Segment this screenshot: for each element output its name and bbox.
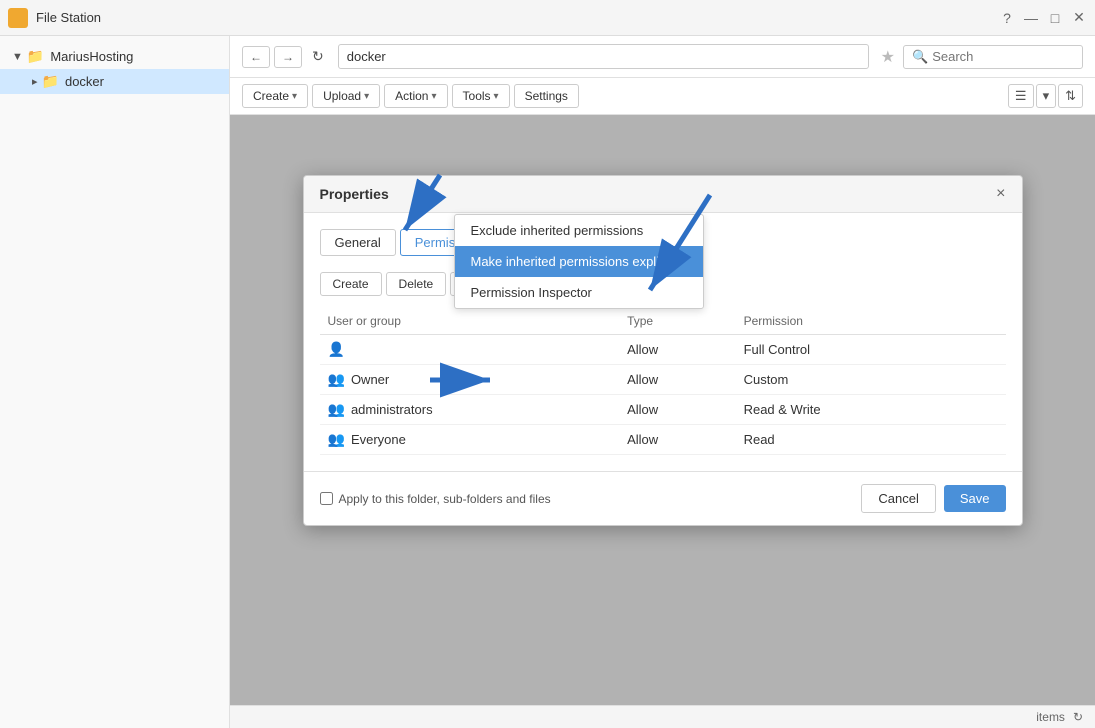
dialog-footer: Apply to this folder, sub-folders and fi…: [304, 471, 1022, 525]
dropdown-item-explicit[interactable]: Make inherited permissions explicit: [455, 246, 703, 277]
col-user-group: User or group: [320, 308, 620, 335]
perm-1: Custom: [736, 365, 966, 395]
docker-folder-icon: 📁: [42, 73, 59, 90]
user-icon-3: 👥: [328, 431, 345, 447]
properties-dialog: Properties × General Permission Create D…: [303, 175, 1023, 526]
user-1: Owner: [351, 372, 389, 387]
status-bar: items ↻: [230, 705, 1095, 728]
upload-arrow: ▾: [364, 91, 369, 102]
perm-0: Full Control: [736, 335, 966, 365]
upload-button[interactable]: Upload ▾: [312, 84, 380, 108]
app-icon: [8, 8, 28, 28]
upload-label: Upload: [323, 89, 361, 103]
refresh-button[interactable]: ↻: [306, 45, 330, 68]
action-toolbar: Create ▾ Upload ▾ Action ▾ Tools ▾ Setti…: [230, 78, 1095, 115]
search-input[interactable]: [932, 49, 1052, 64]
view-buttons: ☰ ▾ ⇅: [1008, 84, 1083, 108]
back-button[interactable]: ←: [242, 46, 270, 68]
content-area: ← → ↻ ★ 🔍 Create ▾ Upload ▾ Action ▾: [230, 36, 1095, 728]
user-3: Everyone: [351, 432, 406, 447]
type-1: Allow: [619, 365, 735, 395]
sidebar: ▼ 📁 MariusHosting ▸ 📁 docker: [0, 36, 230, 728]
dialog-title: Properties: [320, 186, 389, 202]
advanced-options-dropdown: Exclude inherited permissions Make inher…: [454, 214, 704, 309]
table-row: 👥 Owner Allow Custom: [320, 365, 1006, 395]
app-body: ▼ 📁 MariusHosting ▸ 📁 docker ← → ↻ ★ 🔍: [0, 36, 1095, 728]
perm-3: Read: [736, 425, 966, 455]
type-0: Allow: [619, 335, 735, 365]
col-actions: [966, 308, 1006, 335]
list-view-button[interactable]: ☰: [1008, 84, 1034, 108]
search-box: 🔍: [903, 45, 1083, 69]
action-arrow: ▾: [431, 91, 436, 102]
sidebar-root[interactable]: ▼ 📁 MariusHosting: [0, 44, 229, 69]
perm-2: Read & Write: [736, 395, 966, 425]
save-button[interactable]: Save: [944, 485, 1006, 512]
perm-create-button[interactable]: Create: [320, 272, 382, 296]
create-label: Create: [253, 89, 289, 103]
user-icon-2: 👥: [328, 401, 345, 417]
apply-label: Apply to this folder, sub-folders and fi…: [339, 492, 862, 506]
help-button[interactable]: ?: [999, 10, 1015, 26]
action-button[interactable]: Action ▾: [384, 84, 447, 108]
sidebar-item-docker[interactable]: ▸ 📁 docker: [0, 69, 229, 94]
search-icon: 🔍: [912, 49, 928, 65]
dialog-close-button[interactable]: ×: [996, 186, 1005, 202]
user-icon-0: 👤: [328, 341, 345, 357]
close-button[interactable]: ✕: [1071, 10, 1087, 26]
dialog-header: Properties ×: [304, 176, 1022, 213]
address-toolbar: ← → ↻ ★ 🔍: [230, 36, 1095, 78]
perm-delete-button[interactable]: Delete: [386, 272, 447, 296]
refresh-status-button[interactable]: ↻: [1073, 710, 1083, 724]
tools-label: Tools: [463, 89, 491, 103]
window-controls: ? — □ ✕: [999, 10, 1087, 26]
bookmark-button[interactable]: ★: [877, 47, 899, 67]
table-row: 👥 Everyone Allow Read: [320, 425, 1006, 455]
minimize-button[interactable]: —: [1023, 10, 1039, 26]
action-label: Action: [395, 89, 428, 103]
address-input[interactable]: [338, 44, 869, 69]
user-icon-1: 👥: [328, 371, 345, 387]
cancel-button[interactable]: Cancel: [861, 484, 935, 513]
create-arrow: ▾: [292, 91, 297, 102]
dropdown-item-exclude[interactable]: Exclude inherited permissions: [455, 215, 703, 246]
child-toggle: ▸: [32, 75, 38, 88]
settings-label: Settings: [525, 89, 568, 103]
root-folder-icon: 📁: [27, 48, 44, 65]
settings-button[interactable]: Settings: [514, 84, 579, 108]
tools-arrow: ▾: [494, 91, 499, 102]
permissions-table: User or group Type Permission 👤 Allow Fu…: [320, 308, 1006, 455]
type-2: Allow: [619, 395, 735, 425]
forward-button[interactable]: →: [274, 46, 302, 68]
apply-checkbox[interactable]: [320, 492, 333, 505]
items-count-label: items: [1036, 710, 1065, 724]
dropdown-item-inspector[interactable]: Permission Inspector: [455, 277, 703, 308]
col-permission: Permission: [736, 308, 966, 335]
col-type: Type: [619, 308, 735, 335]
sort-button[interactable]: ⇅: [1058, 84, 1083, 108]
create-button[interactable]: Create ▾: [242, 84, 308, 108]
app-title: File Station: [36, 10, 999, 25]
maximize-button[interactable]: □: [1047, 10, 1063, 26]
table-row: 👤 Allow Full Control: [320, 335, 1006, 365]
user-2: administrators: [351, 402, 433, 417]
titlebar: File Station ? — □ ✕: [0, 0, 1095, 36]
root-label: MariusHosting: [50, 49, 133, 64]
docker-label: docker: [65, 74, 104, 89]
file-area: Properties × General Permission Create D…: [230, 115, 1095, 705]
tools-button[interactable]: Tools ▾: [452, 84, 510, 108]
type-3: Allow: [619, 425, 735, 455]
table-row: 👥 administrators Allow Read & Write: [320, 395, 1006, 425]
tree-toggle: ▼: [12, 51, 23, 63]
view-option-button[interactable]: ▾: [1036, 84, 1057, 108]
tab-general[interactable]: General: [320, 229, 396, 256]
